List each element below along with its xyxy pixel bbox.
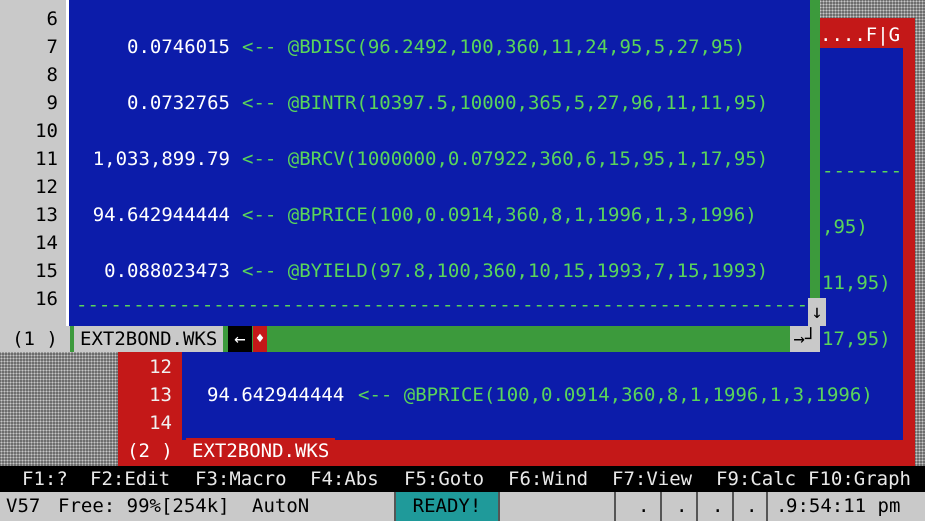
function-key-separator: : bbox=[426, 468, 439, 490]
function-key-code: F3 bbox=[195, 468, 218, 490]
function-key-code: F6 bbox=[508, 468, 531, 490]
function-key-label: Graph bbox=[853, 468, 911, 490]
window-2-column-header: ....F|G bbox=[820, 22, 905, 48]
function-key-f5[interactable]: F5:Goto bbox=[404, 466, 484, 492]
row-number: 14 bbox=[35, 232, 58, 254]
function-key-separator: : bbox=[842, 468, 854, 490]
status-divider bbox=[394, 492, 396, 521]
window-2-formula-fragment: 17,95) bbox=[822, 328, 891, 350]
window-2-filename-tab[interactable]: EXT2BOND.WKS bbox=[186, 438, 336, 464]
window-2-number: (2 ) bbox=[118, 438, 182, 464]
function-key-f1[interactable]: F1:? bbox=[22, 466, 68, 492]
function-key-code: F7 bbox=[612, 468, 635, 490]
cell-formula: <-- @BDISC(96.2492,100,360,11,24,95,5,27… bbox=[242, 36, 746, 58]
row-number: 9 bbox=[46, 92, 58, 114]
function-key-code: F1 bbox=[22, 468, 45, 490]
function-key-separator: : bbox=[738, 468, 751, 490]
function-key-f4[interactable]: F4:Abs bbox=[310, 466, 379, 492]
cell-value[interactable]: 0.088023473 bbox=[104, 260, 230, 282]
status-indicator: . bbox=[746, 495, 758, 517]
function-key-f2[interactable]: F2:Edit bbox=[90, 466, 170, 492]
status-divider bbox=[766, 492, 768, 521]
window-2-formula-fragment: 11,95) bbox=[822, 272, 891, 294]
row-number: 7 bbox=[46, 36, 58, 58]
cell-value[interactable]: 94.642944444 bbox=[93, 204, 230, 226]
scroll-down-arrow-icon[interactable]: ↓ bbox=[808, 298, 826, 326]
scroll-right-arrow-icon[interactable]: →┘ bbox=[790, 326, 820, 352]
auto-mode-label: AutoN bbox=[252, 495, 310, 517]
function-key-separator: : bbox=[112, 468, 125, 490]
function-key-label: Macro bbox=[229, 468, 287, 490]
function-key-code: F5 bbox=[404, 468, 427, 490]
function-key-separator: : bbox=[217, 468, 230, 490]
function-key-label: Wind bbox=[542, 468, 589, 490]
function-key-code: F4 bbox=[310, 468, 333, 490]
clock-display: 9:54:11 pm bbox=[786, 495, 901, 517]
cell-formula: <-- @BINTR(10397.5,10000,365,5,27,96,11,… bbox=[242, 92, 769, 114]
row-number: 14 bbox=[149, 412, 172, 434]
row-number: 13 bbox=[35, 204, 58, 226]
function-key-label: View bbox=[646, 468, 693, 490]
row-number: 12 bbox=[35, 176, 58, 198]
scroll-left-arrow-icon[interactable]: ← bbox=[228, 326, 252, 352]
row-number: 12 bbox=[149, 356, 172, 378]
function-key-f9[interactable]: F9:Calc bbox=[716, 466, 796, 492]
row-number: 10 bbox=[35, 120, 58, 142]
status-divider bbox=[660, 492, 662, 521]
row-number: 5 bbox=[2, 0, 58, 2]
function-key-code: F10 bbox=[808, 468, 843, 490]
function-key-code: F2 bbox=[90, 468, 113, 490]
cell-formula: <-- @BPRICE(100,0.0914,360,8,1,1996,1,3,… bbox=[358, 384, 873, 406]
status-indicator: . bbox=[676, 495, 688, 517]
function-key-label: Goto bbox=[438, 468, 485, 490]
status-divider bbox=[498, 492, 500, 521]
status-indicator: . bbox=[712, 495, 724, 517]
dashed-separator: ----------------------------------------… bbox=[76, 294, 809, 316]
window-1-vertical-scrollbar[interactable] bbox=[810, 0, 820, 300]
function-key-separator: : bbox=[332, 468, 345, 490]
cell-formula: <-- @BYIELD(97.8,100,360,10,15,1993,7,15… bbox=[242, 260, 769, 282]
dashed-separator: ----------------------------------------… bbox=[76, 0, 808, 8]
row-number: 6 bbox=[46, 8, 58, 30]
status-indicator: . bbox=[638, 495, 650, 517]
function-key-f3[interactable]: F3:Macro bbox=[195, 466, 287, 492]
function-key-f6[interactable]: F6:Wind bbox=[508, 466, 588, 492]
cell-value[interactable]: 0.0732765 bbox=[127, 92, 230, 114]
row-number: 16 bbox=[35, 288, 58, 310]
cell-value[interactable]: 0.0746015 bbox=[127, 36, 230, 58]
window-2-formula-fragment: ,95) bbox=[822, 216, 868, 238]
function-key-bar: F1:? F2:Edit F3:Macro F4:Abs F5:Goto F6:Wind F… bbox=[0, 466, 925, 492]
window-1-filename-tab[interactable]: EXT2BOND.WKS bbox=[74, 326, 224, 352]
free-memory-label: Free: 99%[254k] bbox=[58, 495, 230, 517]
function-key-f7[interactable]: F7:View bbox=[612, 466, 692, 492]
cell-value[interactable]: 1,033,899.79 bbox=[93, 148, 230, 170]
version-label: V57 bbox=[6, 495, 41, 517]
ready-indicator: READY! bbox=[396, 492, 498, 521]
function-key-code: F9 bbox=[716, 468, 739, 490]
function-key-label: ? bbox=[56, 468, 68, 490]
function-key-label: Edit bbox=[124, 468, 171, 490]
cell-formula: <-- @BPRICE(100,0.0914,360,8,1,1996,1,3,… bbox=[242, 204, 757, 226]
status-divider bbox=[696, 492, 698, 521]
row-number: 15 bbox=[35, 260, 58, 282]
function-key-label: Abs bbox=[344, 468, 379, 490]
window-2-dashed-line: ------- bbox=[822, 160, 903, 182]
function-key-separator: : bbox=[634, 468, 647, 490]
function-key-f10[interactable]: F10:Graph bbox=[808, 466, 911, 492]
status-divider bbox=[732, 492, 734, 521]
cell-formula: <-- @BRCV(1000000,0.07922,360,6,15,95,1,… bbox=[242, 148, 769, 170]
scroll-thumb-icon[interactable]: ♦ bbox=[253, 326, 267, 352]
cell-value[interactable]: 94.642944444 bbox=[207, 384, 344, 406]
function-key-label: Calc bbox=[750, 468, 797, 490]
status-divider bbox=[614, 492, 616, 521]
row-number: 11 bbox=[35, 148, 58, 170]
function-key-separator: : bbox=[530, 468, 543, 490]
window-1-number: (1 ) bbox=[0, 326, 70, 352]
function-key-separator: : bbox=[44, 468, 57, 490]
row-number: 8 bbox=[46, 64, 58, 86]
row-number: 13 bbox=[149, 384, 172, 406]
